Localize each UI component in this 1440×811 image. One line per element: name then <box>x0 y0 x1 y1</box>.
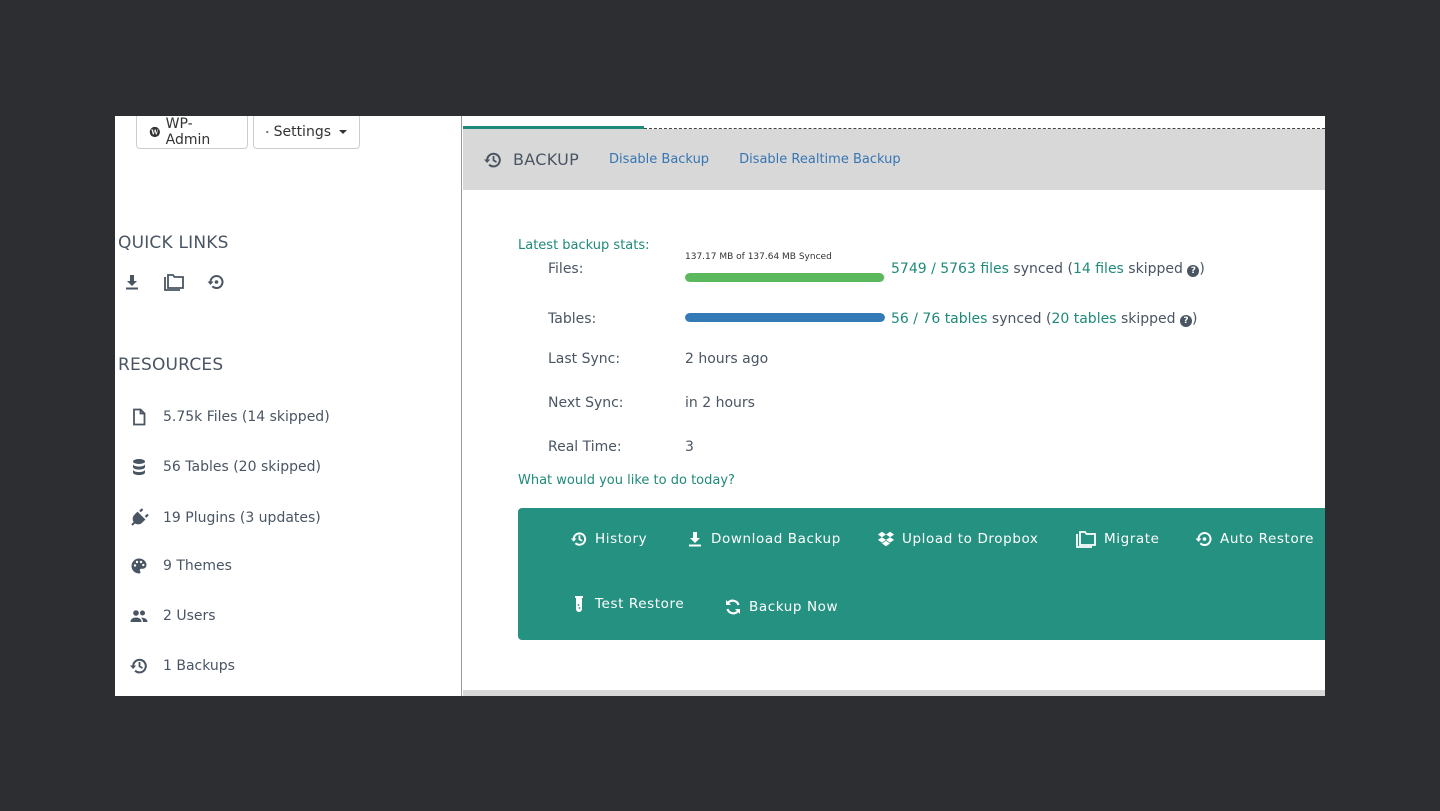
tables-progress-fill <box>685 313 885 322</box>
real-time-value: 3 <box>685 439 694 455</box>
tables-summary: 56 / 76 tables synced (20 tables skipped… <box>891 311 1197 327</box>
restore-icon <box>1195 532 1212 546</box>
last-sync-label: Last Sync: <box>548 351 621 367</box>
main-panel: BACKUP Disable Backup Disable Realtime B… <box>463 116 1325 696</box>
plugin-icon <box>131 508 149 526</box>
gear-icon <box>266 130 269 133</box>
quick-link-restore[interactable] <box>205 271 227 293</box>
resource-label: 2 Users <box>163 608 216 624</box>
resource-files[interactable]: 5.75k Files (14 skipped) <box>129 407 330 427</box>
resource-label: 1 Backups <box>163 658 235 674</box>
files-skipped-link[interactable]: 14 files <box>1073 261 1124 277</box>
tables-skipped-link[interactable]: 20 tables <box>1051 311 1116 327</box>
svg-text:W: W <box>150 128 159 136</box>
quick-links-title: QUICK LINKS <box>118 233 229 253</box>
wp-admin-label: WP-Admin <box>165 116 211 148</box>
tables-synced-link[interactable]: 56 / 76 tables <box>891 311 987 327</box>
history-icon <box>484 152 501 167</box>
page-title: BACKUP <box>513 150 580 169</box>
sync-icon <box>726 599 740 615</box>
history-icon <box>130 658 147 674</box>
files-progress-fill <box>685 273 885 282</box>
actions-panel: History Download Backup Upload to Dropbo… <box>518 508 1325 640</box>
question-circle-icon[interactable]: ? <box>1179 315 1192 327</box>
caret-down-icon <box>339 129 347 134</box>
tables-skipped-text: skipped <box>1116 311 1180 327</box>
next-sync-label: Next Sync: <box>548 395 624 411</box>
sidebar: W WP-Admin Settings QUICK LINKS RESOURCE… <box>115 116 462 696</box>
download-backup-button[interactable]: Download Backup <box>686 530 841 548</box>
footer-strip <box>463 690 1325 696</box>
history-icon <box>570 532 587 546</box>
resource-label: 19 Plugins (3 updates) <box>163 510 321 526</box>
resource-tables[interactable]: 56 Tables (20 skipped) <box>129 457 321 477</box>
quick-link-download[interactable] <box>121 271 143 293</box>
dropbox-icon <box>877 531 895 547</box>
app-viewport: W WP-Admin Settings QUICK LINKS RESOURCE… <box>115 116 1325 696</box>
question-circle-icon[interactable]: ? <box>1187 265 1200 277</box>
files-synced-link[interactable]: 5749 / 5763 files <box>891 261 1009 277</box>
test-restore-label: Test Restore <box>595 596 685 612</box>
test-tube-icon <box>575 596 583 612</box>
resource-label: 9 Themes <box>163 558 232 574</box>
users-icon <box>130 610 148 622</box>
tables-label: Tables: <box>548 311 597 327</box>
real-time-label: Real Time: <box>548 439 622 455</box>
upload-to-dropbox-button[interactable]: Upload to Dropbox <box>877 530 1039 548</box>
download-icon <box>126 275 138 290</box>
files-close-paren: ) <box>1199 261 1205 277</box>
next-sync-value: in 2 hours <box>685 395 755 411</box>
history-button[interactable]: History <box>570 530 647 548</box>
resource-label: 5.75k Files (14 skipped) <box>163 409 330 425</box>
folders-icon <box>164 274 184 291</box>
resource-backups[interactable]: 1 Backups <box>129 656 235 676</box>
download-icon <box>689 532 701 547</box>
wordpress-icon: W <box>149 126 160 137</box>
auto-restore-button[interactable]: Auto Restore <box>1195 530 1314 548</box>
settings-label: Settings <box>273 123 331 140</box>
settings-dropdown-button[interactable]: Settings <box>253 116 360 149</box>
tables-close-paren: ) <box>1191 311 1198 327</box>
resource-users[interactable]: 2 Users <box>129 606 216 626</box>
files-summary: 5749 / 5763 files synced (14 files skipp… <box>891 261 1205 277</box>
backup-now-button[interactable]: Backup Now <box>724 598 838 616</box>
test-restore-button[interactable]: Test Restore <box>570 595 684 613</box>
wp-admin-button[interactable]: W WP-Admin <box>136 116 248 149</box>
quick-link-migrate[interactable] <box>163 271 185 293</box>
files-skipped-text: skipped <box>1123 261 1188 277</box>
database-icon <box>133 459 145 476</box>
resource-plugins[interactable]: 19 Plugins (3 updates) <box>129 508 321 528</box>
file-icon <box>133 408 146 426</box>
upload-to-dropbox-label: Upload to Dropbox <box>902 531 1039 547</box>
files-label: Files: <box>548 261 584 277</box>
history-label: History <box>595 531 648 547</box>
migrate-button[interactable]: Migrate <box>1075 530 1160 548</box>
files-synced-text: synced ( <box>1008 261 1073 277</box>
tables-progress-bar <box>685 313 885 322</box>
resource-label: 56 Tables (20 skipped) <box>163 459 321 475</box>
resources-title: RESOURCES <box>118 355 224 375</box>
migrate-label: Migrate <box>1104 531 1160 547</box>
download-backup-label: Download Backup <box>711 531 841 547</box>
disable-realtime-backup-link[interactable]: Disable Realtime Backup <box>739 152 901 167</box>
quick-links <box>121 271 227 293</box>
backup-now-label: Backup Now <box>749 599 839 615</box>
palette-icon <box>131 558 147 574</box>
backup-header: BACKUP Disable Backup Disable Realtime B… <box>463 129 1325 190</box>
stats-heading: Latest backup stats: <box>518 238 650 253</box>
resource-themes[interactable]: 9 Themes <box>129 556 232 576</box>
auto-restore-label: Auto Restore <box>1220 531 1315 547</box>
last-sync-value: 2 hours ago <box>685 351 769 367</box>
files-progress-bar <box>685 273 885 282</box>
folders-icon <box>1076 531 1096 548</box>
files-size-caption: 137.17 MB of 137.64 MB Synced <box>685 252 832 262</box>
disable-backup-link[interactable]: Disable Backup <box>609 152 709 167</box>
tables-synced-text: synced ( <box>987 311 1052 327</box>
restore-icon <box>207 275 224 289</box>
actions-prompt: What would you like to do today? <box>518 473 735 488</box>
